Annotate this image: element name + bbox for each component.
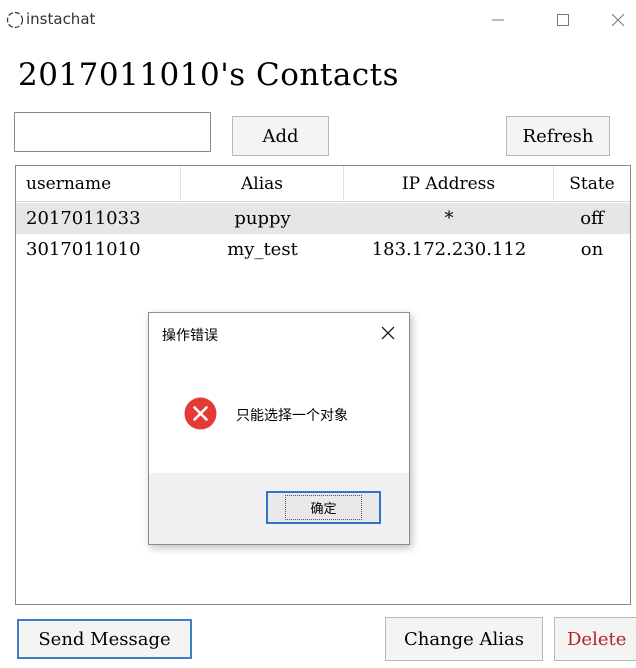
dialog-close-button[interactable] <box>377 322 399 344</box>
refresh-button[interactable]: Refresh <box>506 116 610 156</box>
table-header: username Alias IP Address State <box>16 166 630 202</box>
maximize-button[interactable] <box>543 6 583 34</box>
column-header-alias[interactable]: Alias <box>181 166 344 202</box>
cell-alias: my_test <box>227 239 298 260</box>
page-title: 2017011010's Contacts <box>18 57 400 93</box>
ok-button[interactable]: 确定 <box>266 491 381 524</box>
cell-ip-address: * <box>444 208 454 229</box>
error-icon <box>184 397 217 430</box>
cell-alias: puppy <box>234 208 291 229</box>
dialog-message: 只能选择一个对象 <box>236 408 348 424</box>
column-header-username[interactable]: username <box>16 166 181 202</box>
app-ring-icon <box>6 11 24 29</box>
title-bar: instachat <box>0 0 636 40</box>
delete-button[interactable]: Delete <box>554 617 636 661</box>
cell-state: off <box>580 208 604 229</box>
cell-ip-address: 183.172.230.112 <box>371 239 527 260</box>
dialog-content: 操作错误 只能选择一个对象 <box>149 313 409 473</box>
close-button[interactable] <box>598 6 636 34</box>
cell-state: on <box>580 239 604 260</box>
column-header-ip-address[interactable]: IP Address <box>344 166 554 202</box>
maximize-icon <box>557 14 569 26</box>
cell-username: 2017011033 <box>26 208 141 229</box>
minimize-icon <box>492 19 504 21</box>
close-icon <box>612 14 624 26</box>
change-alias-button[interactable]: Change Alias <box>385 617 543 661</box>
column-header-state[interactable]: State <box>554 166 630 202</box>
window-title: instachat <box>26 10 96 28</box>
ok-button-label: 确定 <box>285 495 362 520</box>
contact-input[interactable] <box>14 112 211 152</box>
minimize-button[interactable] <box>478 6 518 34</box>
error-dialog: 操作错误 只能选择一个对象 确定 <box>148 312 410 545</box>
close-icon <box>381 326 395 340</box>
send-message-button[interactable]: Send Message <box>17 619 192 659</box>
table-body: 2017011033 puppy * off 3017011010 my_tes… <box>16 203 630 265</box>
dialog-title: 操作错误 <box>162 328 218 344</box>
table-row[interactable]: 3017011010 my_test 183.172.230.112 on <box>16 234 630 265</box>
add-button[interactable]: Add <box>232 116 329 156</box>
table-row[interactable]: 2017011033 puppy * off <box>16 203 630 234</box>
cell-username: 3017011010 <box>26 239 141 260</box>
